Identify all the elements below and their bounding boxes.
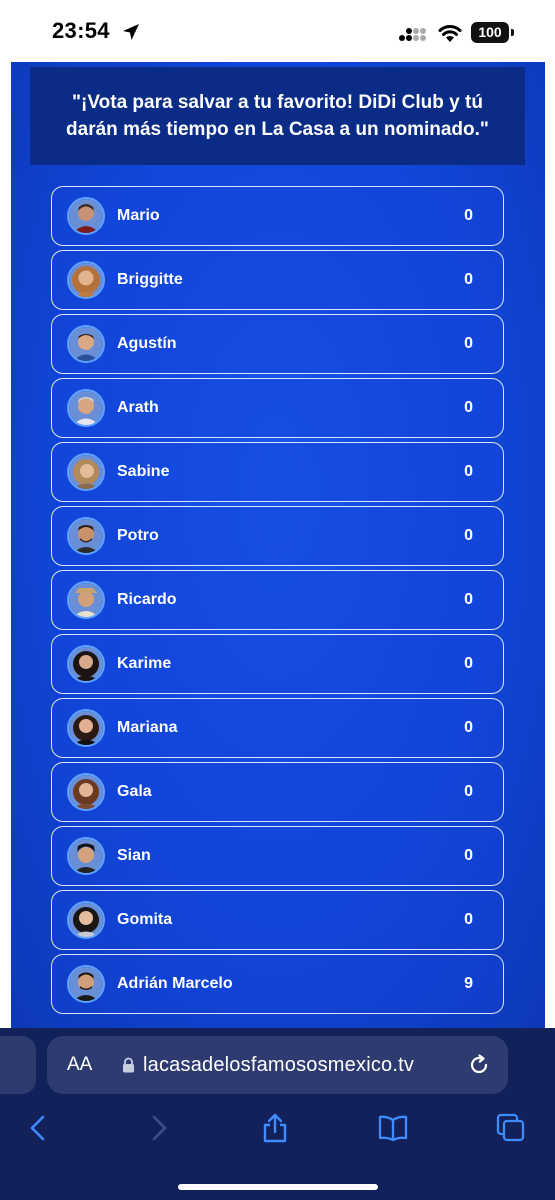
- contestant-name: Mario: [117, 207, 160, 224]
- avatar: [67, 581, 105, 619]
- vote-count: 0: [464, 719, 473, 736]
- avatar: [67, 197, 105, 235]
- share-icon[interactable]: [259, 1112, 291, 1144]
- avatar: [67, 773, 105, 811]
- back-icon[interactable]: [23, 1112, 55, 1144]
- avatar: [67, 837, 105, 875]
- lock-icon: [123, 1057, 134, 1073]
- contestant-row-gomita[interactable]: Gomita 0: [51, 890, 504, 950]
- previous-tab-preview[interactable]: [0, 1036, 36, 1094]
- text-size-button[interactable]: AA: [67, 1036, 92, 1094]
- browser-toolbar: AA lacasadelosfamososmexico.tv: [0, 1028, 555, 1200]
- tabs-icon[interactable]: [495, 1112, 527, 1144]
- contestant-name: Karime: [117, 655, 172, 672]
- contestant-row-karime[interactable]: Karime 0: [51, 634, 504, 694]
- contestant-row-sabine[interactable]: Sabine 0: [51, 442, 504, 502]
- forward-icon[interactable]: [142, 1112, 174, 1144]
- vote-count: 0: [464, 911, 473, 928]
- contestant-name: Adrián Marcelo: [117, 975, 233, 992]
- reload-icon[interactable]: [467, 1053, 491, 1077]
- avatar: [67, 901, 105, 939]
- contestant-name: Sabine: [117, 463, 170, 480]
- url-text: lacasadelosfamososmexico.tv: [143, 1054, 415, 1076]
- cellular-signal-icon: [399, 28, 426, 41]
- vote-count: 9: [464, 975, 473, 992]
- contestant-name: Mariana: [117, 719, 178, 736]
- wifi-icon: [438, 25, 462, 42]
- contestant-row-adrian-marcelo[interactable]: Adrián Marcelo 9: [51, 954, 504, 1014]
- address-bar[interactable]: AA lacasadelosfamososmexico.tv: [47, 1036, 508, 1094]
- battery-cap: [511, 29, 514, 36]
- avatar: [67, 645, 105, 683]
- vote-count: 0: [464, 271, 473, 288]
- battery-level: 100: [471, 22, 509, 43]
- contestant-name: Potro: [117, 527, 159, 544]
- contestant-row-gala[interactable]: Gala 0: [51, 762, 504, 822]
- text-size-label: AA: [67, 1054, 93, 1075]
- vote-banner-text: "¡Vota para salvar a tu favorito! DiDi C…: [66, 92, 489, 140]
- vote-count: 0: [464, 335, 473, 352]
- avatar: [67, 389, 105, 427]
- contestant-row-ricardo[interactable]: Ricardo 0: [51, 570, 504, 630]
- contestant-row-mariana[interactable]: Mariana 0: [51, 698, 504, 758]
- contestant-row-mario[interactable]: Mario 0: [51, 186, 504, 246]
- vote-count: 0: [464, 847, 473, 864]
- contestant-row-sian[interactable]: Sian 0: [51, 826, 504, 886]
- vote-count: 0: [464, 527, 473, 544]
- vote-count: 0: [464, 399, 473, 416]
- vote-count: 0: [464, 463, 473, 480]
- home-indicator: [178, 1184, 378, 1190]
- location-arrow-icon: [123, 24, 139, 40]
- contestant-row-potro[interactable]: Potro 0: [51, 506, 504, 566]
- contestant-name: Sian: [117, 847, 151, 864]
- contestant-name: Arath: [117, 399, 159, 416]
- contestant-row-briggitte[interactable]: Briggitte 0: [51, 250, 504, 310]
- voting-page: "¡Vota para salvar a tu favorito! DiDi C…: [11, 62, 545, 1028]
- contestant-name: Gala: [117, 783, 152, 800]
- contestant-row-agustin[interactable]: Agustín 0: [51, 314, 504, 374]
- status-time: 23:54: [52, 18, 110, 43]
- avatar: [67, 325, 105, 363]
- avatar: [67, 261, 105, 299]
- contestant-name: Agustín: [117, 335, 177, 352]
- avatar: [67, 965, 105, 1003]
- bookmarks-icon[interactable]: [377, 1112, 409, 1144]
- vote-banner: "¡Vota para salvar a tu favorito! DiDi C…: [30, 67, 525, 165]
- vote-count: 0: [464, 783, 473, 800]
- vote-count: 0: [464, 591, 473, 608]
- status-bar: 23:54 100: [0, 0, 555, 62]
- avatar: [67, 453, 105, 491]
- contestant-name: Ricardo: [117, 591, 177, 608]
- avatar: [67, 709, 105, 747]
- contestant-name: Briggitte: [117, 271, 183, 288]
- vote-count: 0: [464, 655, 473, 672]
- vote-count: 0: [464, 207, 473, 224]
- contestant-row-arath[interactable]: Arath 0: [51, 378, 504, 438]
- contestant-name: Gomita: [117, 911, 173, 928]
- avatar: [67, 517, 105, 555]
